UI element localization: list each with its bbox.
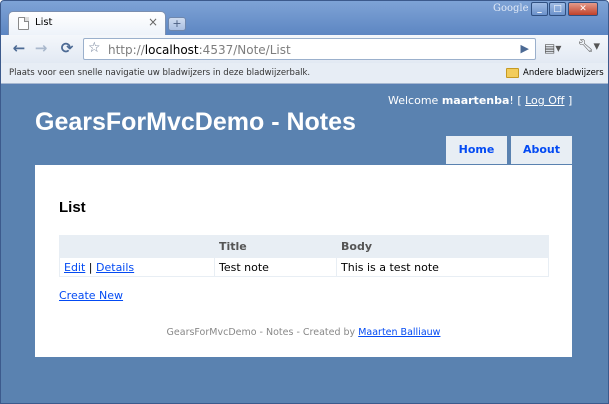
bookmarks-bar: Plaats voor een snelle navigatie uw blad…: [1, 63, 608, 84]
other-bookmarks-button[interactable]: Andere bladwijzers: [523, 68, 604, 78]
login-status: Welcome maartenba! [ Log Off ]: [388, 94, 573, 107]
page-menu-icon[interactable]: ▤▾: [544, 41, 561, 55]
new-tab-button[interactable]: +: [168, 17, 186, 31]
address-bar[interactable]: ☆ http://localhost:4537/Note/List ▶: [83, 38, 536, 60]
menu-about[interactable]: About: [511, 136, 572, 164]
wrench-icon[interactable]: 🔧︎▾: [577, 39, 600, 54]
reload-icon[interactable]: ⟳: [57, 39, 77, 59]
browser-toolbar: ← → ⟳ ☆ http://localhost:4537/Note/List …: [1, 35, 608, 63]
row-actions: Edit | Details: [59, 257, 215, 277]
browser-tab[interactable]: List ×: [8, 11, 166, 35]
minimize-button[interactable]: _: [531, 2, 548, 16]
tab-title: List: [35, 17, 53, 28]
maximize-button[interactable]: □: [549, 2, 566, 16]
close-window-button[interactable]: ✕: [568, 2, 598, 16]
bookmark-star-icon[interactable]: ☆: [88, 40, 101, 56]
table-header-row: Title Body: [59, 235, 549, 258]
username: maartenba: [441, 94, 510, 107]
page-heading: List: [59, 199, 86, 216]
row-body: This is a test note: [336, 257, 549, 277]
table-row: Edit | Details Test note This is a test …: [59, 257, 549, 277]
browser-window: List × + Google _ □ ✕ ← → ⟳ ☆ http://loc…: [0, 0, 609, 404]
go-arrow-icon[interactable]: ▶: [521, 42, 529, 55]
footer: GearsForMvcDemo - Notes - Created by Maa…: [166, 327, 441, 338]
notes-table: Title Body Edit | Details Test note This…: [59, 235, 549, 277]
create-new-link[interactable]: Create New: [59, 289, 123, 302]
logoff-link[interactable]: Log Off: [525, 94, 564, 107]
column-header-actions: [59, 235, 215, 258]
column-header-body: Body: [336, 235, 549, 258]
page-icon: [18, 17, 29, 30]
web-page: Welcome maartenba! [ Log Off ] GearsForM…: [1, 85, 608, 403]
folder-icon[interactable]: [506, 68, 519, 78]
tab-close-icon[interactable]: ×: [148, 15, 158, 29]
column-header-title: Title: [214, 235, 337, 258]
forward-arrow-icon[interactable]: →: [31, 39, 51, 59]
author-link[interactable]: Maarten Balliauw: [358, 327, 440, 338]
google-brand: Google: [493, 3, 529, 14]
details-link[interactable]: Details: [96, 261, 134, 274]
row-title: Test note: [214, 257, 337, 277]
main-content: List Title Body Edit | Details Test note…: [35, 165, 572, 357]
bookmarks-hint: Plaats voor een snelle navigatie uw blad…: [9, 68, 311, 78]
edit-link[interactable]: Edit: [64, 261, 85, 274]
back-arrow-icon[interactable]: ←: [9, 39, 29, 59]
site-title: GearsForMvcDemo - Notes: [35, 108, 356, 136]
url-text: http://localhost:4537/Note/List: [108, 43, 291, 57]
menu-home[interactable]: Home: [446, 136, 507, 164]
title-bar: List × + Google _ □ ✕: [1, 1, 608, 35]
